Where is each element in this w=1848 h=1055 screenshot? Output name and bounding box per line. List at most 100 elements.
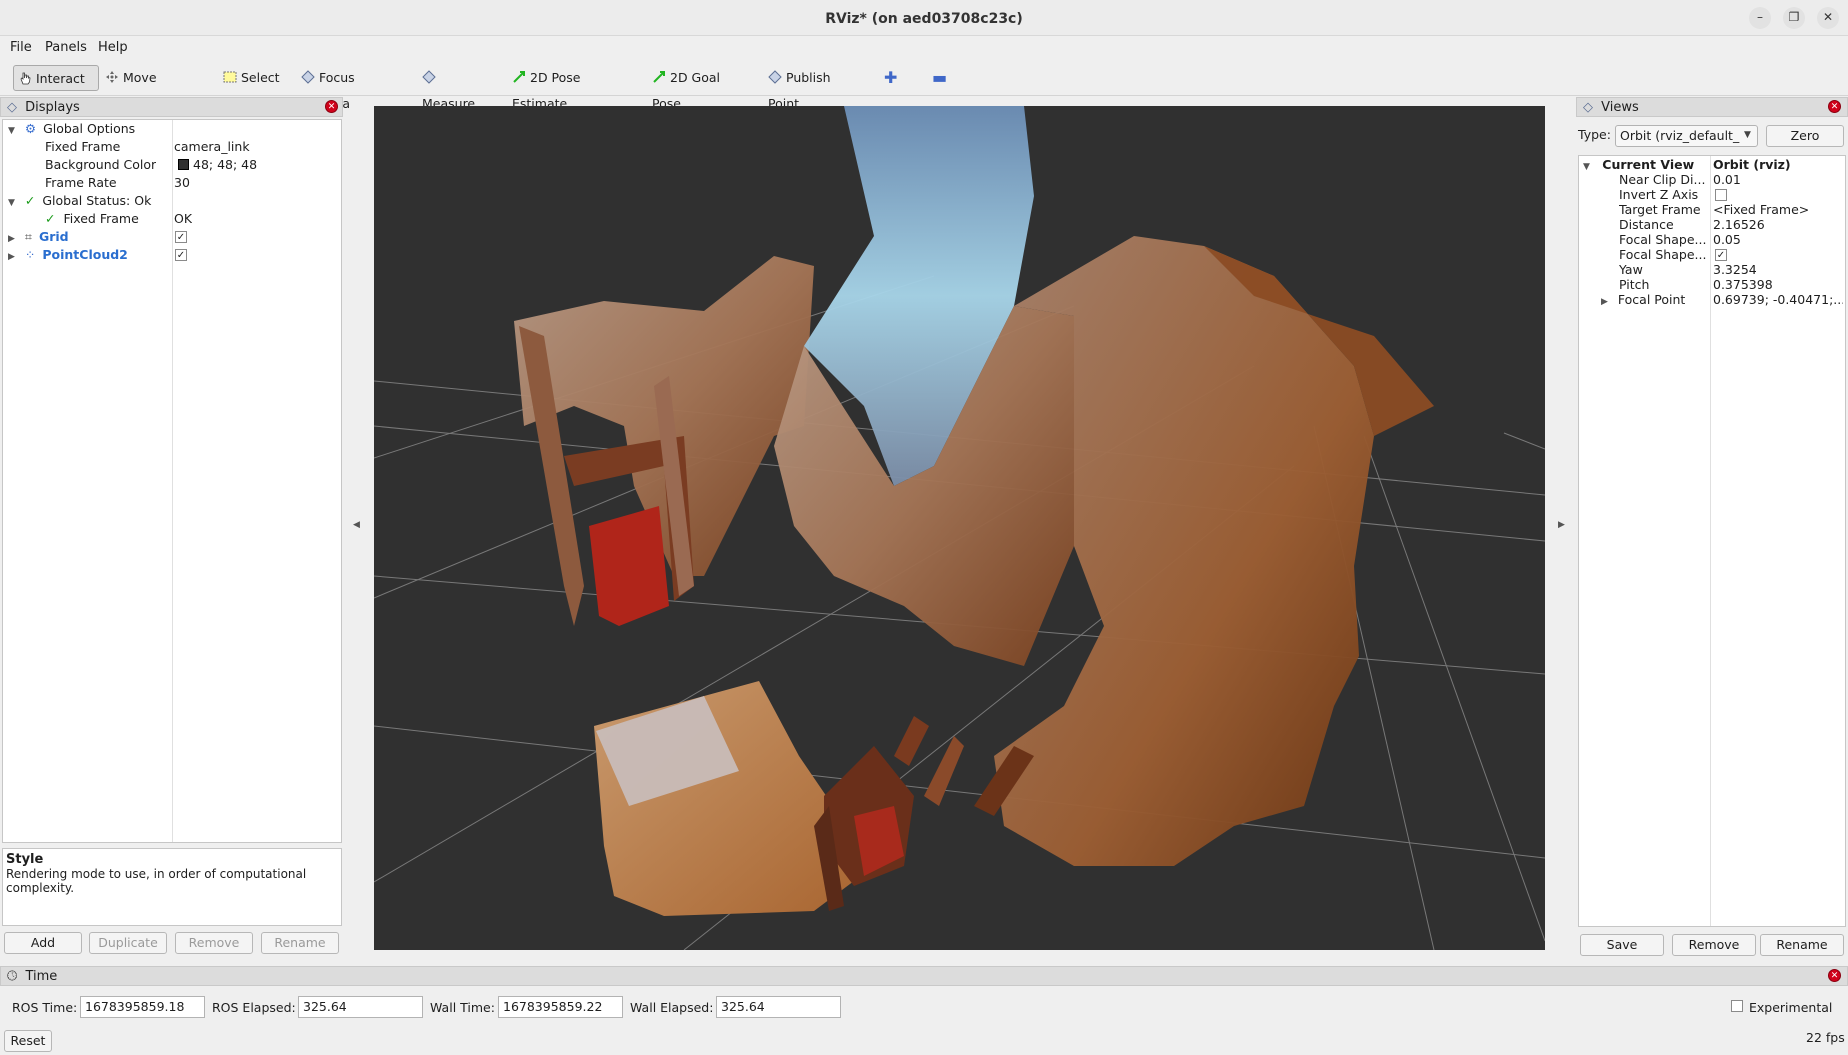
display-item-grid[interactable]: ▶ ⌗ Grid [8, 228, 168, 246]
status-fixed-frame-value: OK [174, 211, 193, 226]
view-type-value: Orbit (rviz_default_ [1620, 128, 1740, 143]
focal-point-row[interactable]: ▶ Focal Point [1601, 291, 1709, 309]
move-camera-tool[interactable]: Move Camera [101, 65, 205, 111]
ros-time-field[interactable]: 1678395859.18 [80, 996, 205, 1018]
window-title: RViz* (on aed03708c23c) [825, 11, 1023, 27]
render-viewport[interactable] [374, 106, 1545, 950]
goal-pose-tool[interactable]: 2D Goal Pose [648, 65, 748, 111]
view-type-label: Type: [1578, 127, 1611, 142]
minus-icon: ▬ [932, 68, 948, 87]
global-options-row[interactable]: ▼ ⚙ Global Options [8, 120, 168, 138]
fixed-frame-value[interactable]: camera_link [174, 138, 250, 156]
views-header: ◇ Views [1576, 97, 1848, 117]
experimental-label: Experimental [1749, 1000, 1833, 1015]
publish-point-icon [768, 70, 782, 84]
grid-icon: ⌗ [24, 229, 32, 244]
collapsed-arrow-icon: ▶ [8, 234, 15, 244]
select-tool[interactable]: Select [219, 65, 283, 91]
global-options-label: Global Options [43, 121, 136, 136]
green-arrow-icon [513, 71, 525, 83]
fps-readout: 22 fps [1806, 1030, 1845, 1045]
wall-time-field[interactable]: 1678395859.22 [498, 996, 623, 1018]
collapsed-arrow-icon: ▶ [8, 252, 15, 262]
menu-panels[interactable]: Panels [45, 36, 87, 60]
select-box-icon [223, 71, 237, 83]
menu-help[interactable]: Help [98, 36, 128, 60]
menu-file[interactable]: File [10, 36, 32, 60]
collapse-right-arrow-icon[interactable]: ▶ [1558, 520, 1565, 530]
wall-elapsed-field[interactable]: 325.64 [716, 996, 841, 1018]
minimize-button[interactable]: – [1749, 7, 1771, 29]
view-type-select[interactable]: Orbit (rviz_default_ [1615, 125, 1758, 147]
close-views-button[interactable]: ✕ [1828, 100, 1841, 113]
focus-camera-icon [301, 70, 315, 84]
zero-view-button[interactable]: Zero [1766, 125, 1844, 147]
collapsed-arrow-icon: ▶ [1601, 297, 1608, 307]
expand-arrow-icon: ▼ [8, 198, 15, 208]
near-clip-value[interactable]: 0.01 [1713, 171, 1741, 189]
experimental-checkbox[interactable] [1731, 1000, 1743, 1012]
add-tool-button[interactable]: ✚ [880, 65, 904, 91]
green-arrow-icon [653, 71, 665, 83]
displays-header: ◇ Displays [0, 97, 343, 117]
frame-rate-label: Frame Rate [45, 175, 117, 190]
add-display-button[interactable]: Add [4, 932, 82, 954]
rename-view-button[interactable]: Rename [1760, 934, 1844, 956]
grid-enabled-checkbox[interactable]: ✓ [175, 231, 187, 243]
collapse-left-arrow-icon[interactable]: ◀ [353, 520, 360, 530]
status-fixed-frame-label: Fixed Frame [63, 211, 139, 226]
close-time-button[interactable]: ✕ [1828, 969, 1841, 982]
views-title: Views [1601, 100, 1639, 115]
save-view-button[interactable]: Save [1580, 934, 1664, 956]
displays-column-divider [172, 120, 173, 842]
ros-elapsed-field[interactable]: 325.64 [298, 996, 423, 1018]
current-view-label: Current View [1602, 157, 1695, 172]
display-item-pointcloud2[interactable]: ▶ ⁘ PointCloud2 [8, 246, 168, 264]
front-chair-cloud [814, 746, 914, 911]
check-icon: ✓ [45, 211, 56, 226]
plus-icon: ✚ [884, 68, 898, 87]
frame-rate-value[interactable]: 30 [174, 174, 190, 192]
gear-icon: ⚙ [24, 121, 37, 136]
fragment-cloud [924, 736, 964, 806]
publish-point-tool[interactable]: Publish Point [764, 65, 864, 111]
remove-display-button[interactable]: Remove [175, 932, 253, 954]
pointcloud-enabled-checkbox[interactable]: ✓ [175, 249, 187, 261]
restore-button[interactable]: ❐ [1783, 7, 1805, 29]
focal-shape-fixed-checkbox[interactable]: ✓ [1715, 249, 1727, 261]
time-title: Time [25, 969, 58, 984]
remove-view-button[interactable]: Remove [1672, 934, 1756, 956]
description-title: Style [6, 852, 44, 867]
focal-shape-size-value[interactable]: 0.05 [1713, 231, 1741, 249]
fixed-frame-label: Fixed Frame [45, 139, 121, 154]
close-icon: ✕ [1830, 102, 1839, 112]
time-header: 🕓︎ Time [0, 966, 1848, 986]
background-color-value[interactable]: 48; 48; 48 [193, 156, 257, 174]
displays-icon: ◇ [7, 100, 17, 115]
interact-tool[interactable]: Interact [13, 65, 99, 91]
pose-estimate-tool[interactable]: 2D Pose Estimate [508, 65, 632, 111]
hand-pointer-icon [20, 72, 31, 85]
expand-arrow-icon: ▼ [1583, 162, 1590, 172]
remove-tool-button[interactable]: ▬ [928, 65, 952, 91]
status-fixed-frame-row: ✓ Fixed Frame [45, 210, 170, 228]
focus-camera-tool[interactable]: Focus Camera [297, 65, 401, 111]
minimize-icon: – [1757, 10, 1763, 24]
duplicate-display-button[interactable]: Duplicate [89, 932, 167, 954]
close-window-button[interactable]: ✕ [1817, 7, 1839, 29]
reset-button[interactable]: Reset [4, 1030, 52, 1052]
description-text: Rendering mode to use, in order of compu… [6, 867, 307, 895]
invert-z-checkbox[interactable] [1715, 189, 1727, 201]
measure-icon [422, 70, 436, 84]
focal-point-value[interactable]: 0.69739; -0.40471;... [1713, 291, 1843, 309]
rename-display-button[interactable]: Rename [261, 932, 339, 954]
global-status-row[interactable]: ▼ ✓ Global Status: Ok [8, 192, 168, 210]
views-column-divider [1710, 156, 1711, 926]
clock-icon: 🕓︎ [7, 969, 18, 984]
point-cloud-scene[interactable] [374, 106, 1545, 950]
close-displays-button[interactable]: ✕ [325, 100, 338, 113]
ros-elapsed-label: ROS Elapsed: [212, 1000, 296, 1015]
background-color-swatch[interactable] [178, 159, 189, 170]
measure-tool[interactable]: Measure [418, 65, 492, 111]
views-icon: ◇ [1583, 100, 1593, 115]
